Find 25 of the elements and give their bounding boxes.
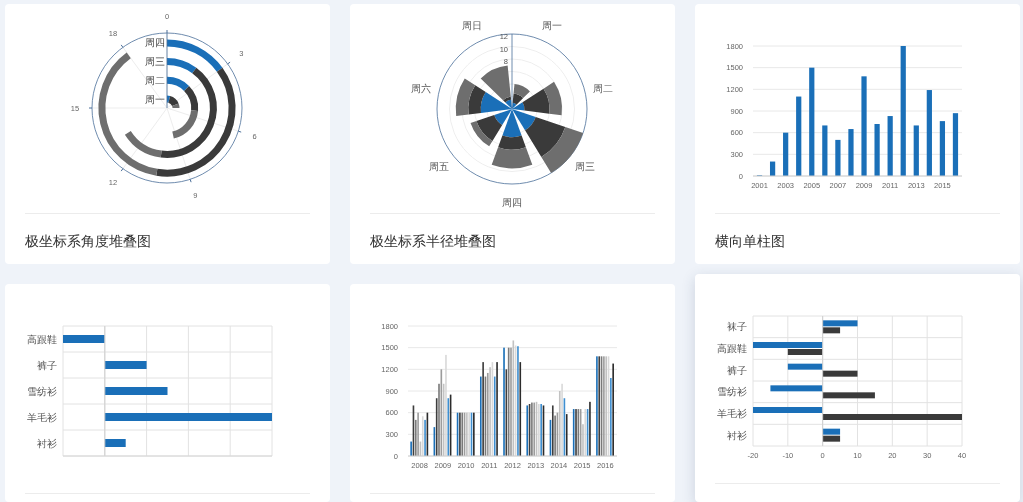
category-label: 周日 (461, 19, 482, 31)
category-label: 高跟鞋 (717, 343, 747, 354)
card-title: 极坐标系角度堆叠图 (24, 232, 152, 251)
category-label: 周一 (145, 93, 165, 105)
category-label: 羊毛衫 (27, 411, 57, 423)
category-label: 裤子 (37, 359, 57, 371)
category-label: 衬衫 (37, 437, 57, 449)
category-label: 周五 (429, 161, 450, 173)
category-label: 周一 (542, 19, 563, 31)
category-label: 羊毛衫 (717, 408, 747, 419)
card-title: 极坐标系半径堆叠图 (369, 232, 497, 251)
category-label: 雪纺衫 (717, 386, 747, 398)
category-label: 袜子 (727, 321, 747, 333)
category-label: 高跟鞋 (27, 333, 57, 345)
category-label: 周三 (574, 161, 595, 173)
category-label: 衬衫 (727, 429, 747, 441)
category-label: 周六 (411, 82, 432, 94)
category-label: 周三 (145, 56, 165, 68)
category-label: 周四 (502, 196, 522, 208)
category-label: 雪纺衫 (27, 385, 57, 397)
category-label: 裤子 (727, 364, 747, 376)
category-label: 周二 (145, 74, 165, 86)
card-title: 横向单柱图 (714, 232, 786, 251)
category-label: 周四 (145, 37, 165, 49)
category-label: 周二 (592, 82, 613, 94)
